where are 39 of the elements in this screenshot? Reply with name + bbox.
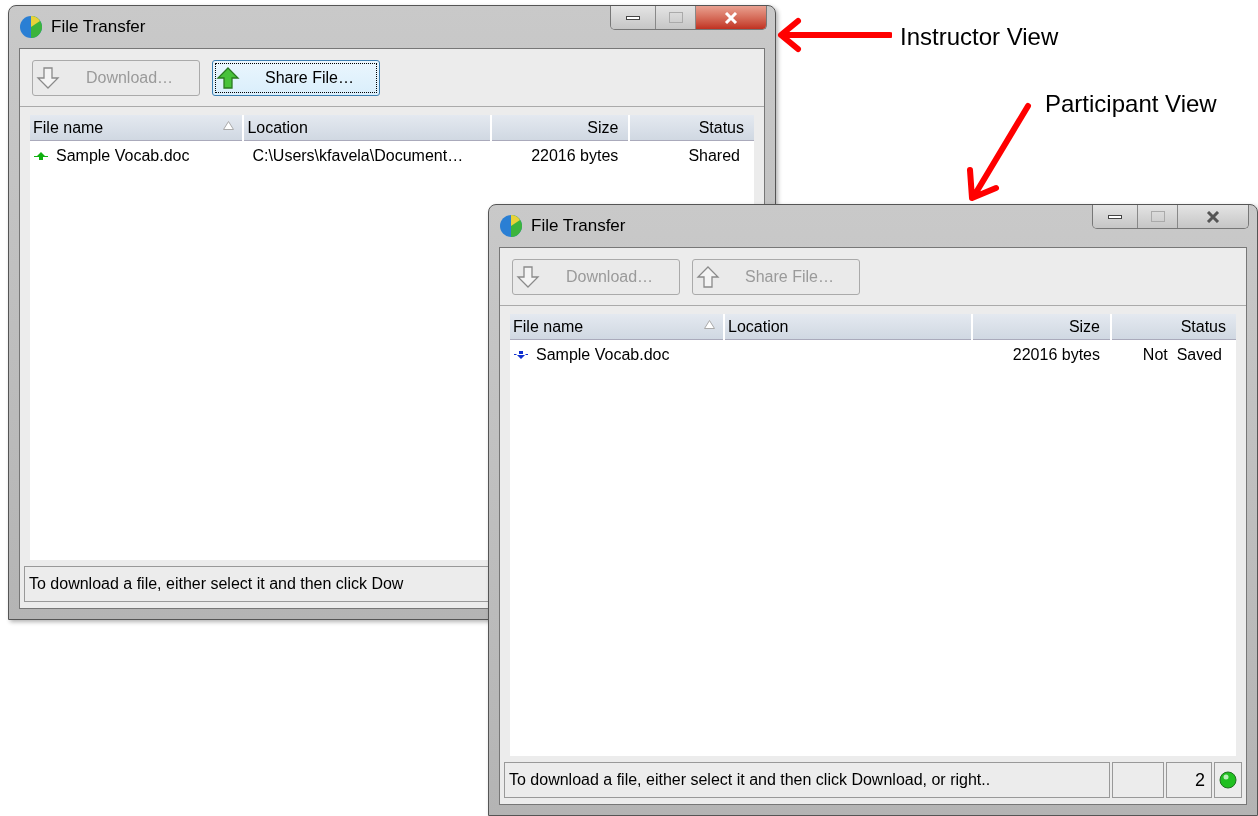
column-header[interactable]: Size [973, 314, 1110, 340]
table-cell-text: 22016 bytes [531, 146, 619, 166]
share-file-button[interactable]: Share File… [212, 59, 380, 96]
down-arrow-icon [36, 65, 60, 90]
participant-count: 2 [1195, 768, 1205, 792]
down-arrow-icon [514, 350, 528, 360]
status-panel [1112, 762, 1164, 798]
minimize-button[interactable] [611, 6, 656, 29]
table-cell-text: 22016 bytes [1012, 345, 1100, 365]
up-arrow-icon [216, 65, 240, 90]
close-button[interactable] [1178, 205, 1248, 228]
window-title: File Transfer [531, 215, 626, 237]
close-icon [724, 11, 738, 24]
status-message: To download a file, either select it and then click Download, or right.. [509, 770, 991, 790]
down-arrow-icon [516, 264, 540, 289]
column-header[interactable]: Size [491, 115, 629, 141]
window-title: File Transfer [51, 16, 146, 38]
table-cell-text: Shared [688, 146, 740, 166]
status-light-icon [1219, 771, 1237, 789]
up-arrow-icon [34, 151, 48, 161]
status-message: To download a file, either select it and then click Dow [29, 574, 404, 594]
column-header[interactable]: Location [244, 115, 490, 141]
annotation-label: Participant View [1045, 89, 1217, 119]
column-header[interactable]: Status [1112, 314, 1236, 340]
column-header[interactable]: Status [630, 115, 754, 141]
close-button[interactable] [696, 6, 766, 29]
table-cell-text: Sample Vocab.doc [536, 345, 670, 365]
globe-icon [19, 14, 43, 39]
close-icon [1206, 210, 1220, 223]
table-cell: C:\Users\kfavela\Document… [252, 147, 464, 164]
table-cell-text: Sample Vocab.doc [56, 146, 190, 166]
column-header[interactable]: File name [30, 115, 243, 141]
annotation-label: Instructor View [900, 22, 1059, 52]
up-arrow-icon [696, 264, 720, 289]
column-header[interactable]: Location [725, 314, 971, 340]
column-header[interactable]: File name [510, 314, 723, 340]
table-cell-text: Not Saved [1142, 345, 1222, 365]
minimize-button[interactable] [1093, 205, 1138, 228]
globe-icon [499, 213, 523, 238]
